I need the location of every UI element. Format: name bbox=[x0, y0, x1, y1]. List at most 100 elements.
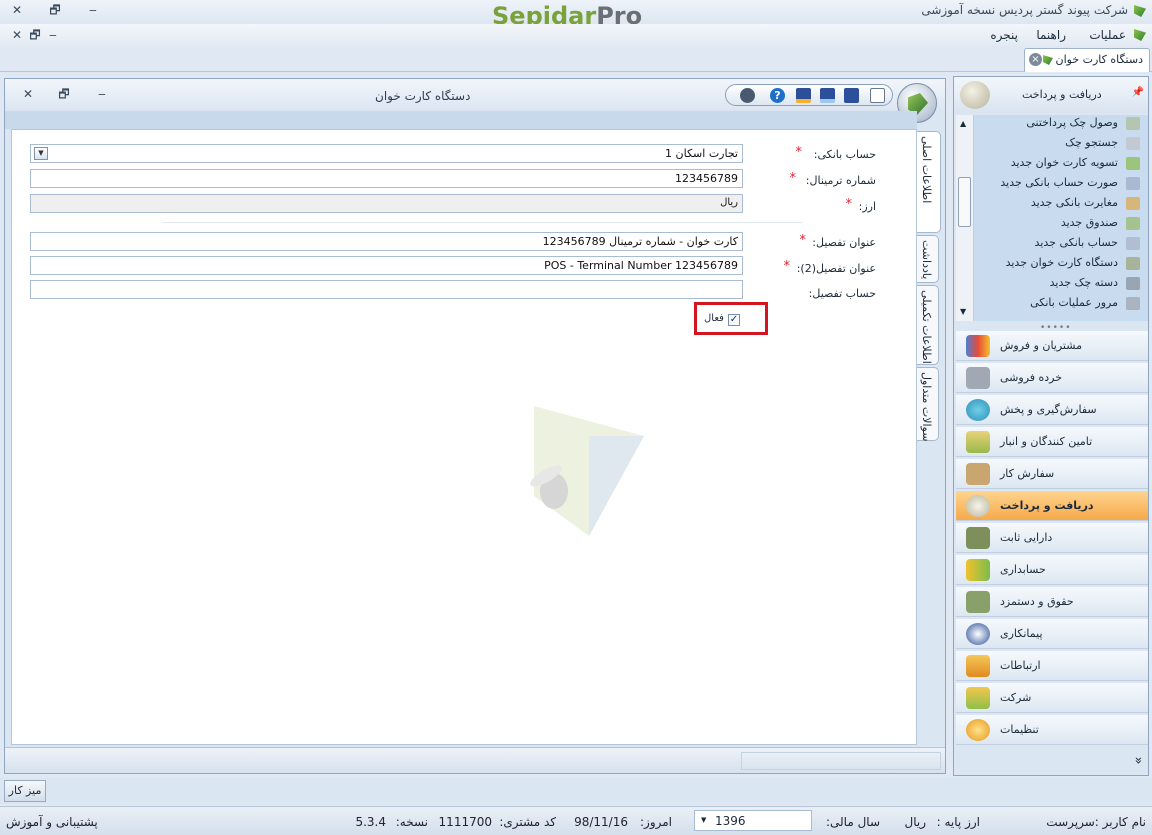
terminal-number-field[interactable]: 123456789 bbox=[30, 169, 743, 188]
version-label: نسخه: bbox=[395, 815, 428, 829]
nav-header: دریافت و پرداخت 📌 bbox=[954, 77, 1148, 113]
module-company[interactable]: شرکت bbox=[956, 683, 1148, 713]
scroll-thumb[interactable] bbox=[958, 177, 971, 227]
distribution-icon bbox=[966, 399, 990, 421]
module-sales[interactable]: مشتریان و فروش bbox=[956, 331, 1148, 361]
list-item[interactable]: تسویه کارت خوان جدید bbox=[976, 153, 1146, 173]
list-item[interactable]: صندوق جدید bbox=[976, 213, 1146, 233]
module-work-order[interactable]: سفارش کار bbox=[956, 459, 1148, 489]
bank-account-required: * bbox=[795, 145, 803, 160]
sales-chart-icon bbox=[966, 335, 990, 357]
nav-scrollbar[interactable]: ▲ ▼ bbox=[956, 115, 974, 321]
detail-title2-field[interactable]: POS - Terminal Number 123456789 bbox=[30, 256, 743, 275]
module-receipts-payments[interactable]: دریافت و پرداخت bbox=[956, 491, 1148, 521]
tab-close-icon[interactable]: × bbox=[1029, 53, 1042, 66]
tab-notes[interactable]: یادداشت bbox=[917, 235, 939, 283]
document-tab-strip: دستگاه کارت خوان × bbox=[0, 46, 1152, 72]
close-window-button[interactable]: ✕ bbox=[10, 3, 24, 17]
list-item[interactable]: وصول چک پرداختنی bbox=[976, 113, 1146, 133]
customer-code-label: کد مشتری: bbox=[499, 815, 556, 829]
chevron-down-icon[interactable]: ▼ bbox=[34, 147, 48, 160]
new-document-icon[interactable] bbox=[870, 88, 885, 103]
truck-icon bbox=[966, 527, 990, 549]
mdi-minimize-button[interactable]: ‒ bbox=[46, 28, 60, 42]
module-accounting[interactable]: حسابداری bbox=[956, 555, 1148, 585]
module-distribution[interactable]: سفارش‌گیری و پخش bbox=[956, 395, 1148, 425]
module-payroll[interactable]: حقوق و دستمزد bbox=[956, 587, 1148, 617]
bank-account-icon bbox=[1126, 237, 1140, 250]
save-and-new-icon[interactable] bbox=[820, 88, 835, 103]
expand-nav-icon[interactable]: » bbox=[1131, 757, 1146, 765]
currency-field: ریال bbox=[30, 194, 743, 213]
detail-title-required: * bbox=[799, 233, 807, 248]
detail-account-label: حساب تفصیل: bbox=[808, 287, 876, 300]
tools-icon[interactable] bbox=[740, 88, 755, 103]
list-item[interactable]: جستجو چک bbox=[976, 133, 1146, 153]
save-icon[interactable] bbox=[844, 88, 859, 103]
cashbox-icon bbox=[1126, 217, 1140, 230]
bank-account-select[interactable]: تجارت اسکان 1 bbox=[30, 144, 743, 163]
list-item[interactable]: مغایرت بانکی جدید bbox=[976, 193, 1146, 213]
module-settings[interactable]: تنظیمات bbox=[956, 715, 1148, 745]
navigation-panel: دریافت و پرداخت 📌 ▲ ▼ وصول چک پرداختنی ج… bbox=[953, 76, 1149, 776]
title-bar: ✕ 🗗 ‒ SepidarPro شرکت پیوند گستر پردیس ن… bbox=[0, 0, 1152, 30]
help-icon[interactable]: ? bbox=[770, 88, 785, 103]
document-toolbar: ? bbox=[725, 84, 893, 106]
section-divider bbox=[162, 222, 802, 223]
scroll-up-icon[interactable]: ▲ bbox=[960, 119, 966, 128]
module-communications[interactable]: ارتباطات bbox=[956, 651, 1148, 681]
today-value: 98/11/16 bbox=[574, 815, 628, 829]
save-and-close-icon[interactable] bbox=[796, 88, 811, 103]
scroll-down-icon[interactable]: ▼ bbox=[960, 307, 966, 316]
list-item[interactable]: دسته چک جدید bbox=[976, 273, 1146, 293]
menu-operations[interactable]: عملیات bbox=[1089, 28, 1126, 42]
money-bag-icon bbox=[966, 495, 990, 517]
fiscal-year-label: سال مالی: bbox=[825, 815, 880, 829]
terminal-number-label: شماره ترمینال: bbox=[805, 174, 876, 187]
mdi-restore-button[interactable]: 🗗 bbox=[28, 28, 42, 42]
status-bar: نام کاربر :سرپرست ارز پایه : ریال سال ما… bbox=[0, 806, 1152, 835]
detail-title-field[interactable]: کارت خوان - شماره ترمینال 123456789 bbox=[30, 232, 743, 251]
list-item[interactable]: مرور عملیات بانکی bbox=[976, 293, 1146, 313]
module-retail[interactable]: خرده فروشی bbox=[956, 363, 1148, 393]
gear-icon bbox=[966, 719, 990, 741]
list-item[interactable]: دستگاه کارت خوان جدید bbox=[976, 253, 1146, 273]
doc-minimize-button[interactable]: ‒ bbox=[95, 87, 109, 101]
module-suppliers[interactable]: تامین کنندگان و انبار bbox=[956, 427, 1148, 457]
mdi-close-button[interactable]: ✕ bbox=[10, 28, 24, 42]
tab-main-info[interactable]: اطلاعات اصلی bbox=[917, 131, 941, 233]
module-contracting[interactable]: پیمانکاری bbox=[956, 619, 1148, 649]
app-logo-icon bbox=[1134, 5, 1146, 17]
desktop-button[interactable]: میز کار bbox=[4, 780, 46, 802]
nav-header-title: دریافت و پرداخت bbox=[1022, 88, 1102, 101]
minimize-window-button[interactable]: ‒ bbox=[86, 3, 100, 17]
menu-bar: ✕ 🗗 ‒ عملیات راهنما پنجره bbox=[0, 24, 1152, 46]
ledger-icon bbox=[966, 559, 990, 581]
document-status-bar bbox=[5, 747, 945, 773]
list-item[interactable]: صورت حساب بانکی جدید bbox=[976, 173, 1146, 193]
search-check-icon bbox=[1126, 137, 1140, 150]
fiscal-year-select[interactable]: 1396 ▼ bbox=[694, 810, 812, 831]
review-icon bbox=[1126, 297, 1140, 310]
base-currency-value: ریال bbox=[904, 815, 926, 829]
currency-required: * bbox=[845, 197, 853, 212]
pin-icon[interactable]: 📌 bbox=[1132, 87, 1144, 98]
list-item[interactable]: حساب بانکی جدید bbox=[976, 233, 1146, 253]
tab-card-reader[interactable]: دستگاه کارت خوان × bbox=[1024, 48, 1150, 72]
customer-code-value: 1111700 bbox=[438, 815, 492, 829]
tab-faq[interactable]: سوالات متداول bbox=[917, 367, 939, 441]
menu-window[interactable]: پنجره bbox=[990, 28, 1018, 42]
restore-window-button[interactable]: 🗗 bbox=[48, 3, 62, 17]
support-link[interactable]: پشتیبانی و آموزش bbox=[6, 815, 98, 829]
doc-close-button[interactable]: ✕ bbox=[21, 87, 35, 101]
bank-account-label: حساب بانکی: bbox=[813, 148, 876, 161]
doc-restore-button[interactable]: 🗗 bbox=[57, 87, 71, 101]
tab-extra-info[interactable]: اطلاعات تکمیلی bbox=[917, 285, 939, 365]
detail-title-label: عنوان تفصیل: bbox=[812, 236, 876, 249]
taskbar: میز کار bbox=[0, 778, 1152, 804]
module-fixed-assets[interactable]: دارایی ثابت bbox=[956, 523, 1148, 553]
status-panel bbox=[741, 752, 941, 770]
detail-account-field[interactable] bbox=[30, 280, 743, 299]
cash-icon bbox=[966, 591, 990, 613]
menu-help[interactable]: راهنما bbox=[1036, 28, 1066, 42]
